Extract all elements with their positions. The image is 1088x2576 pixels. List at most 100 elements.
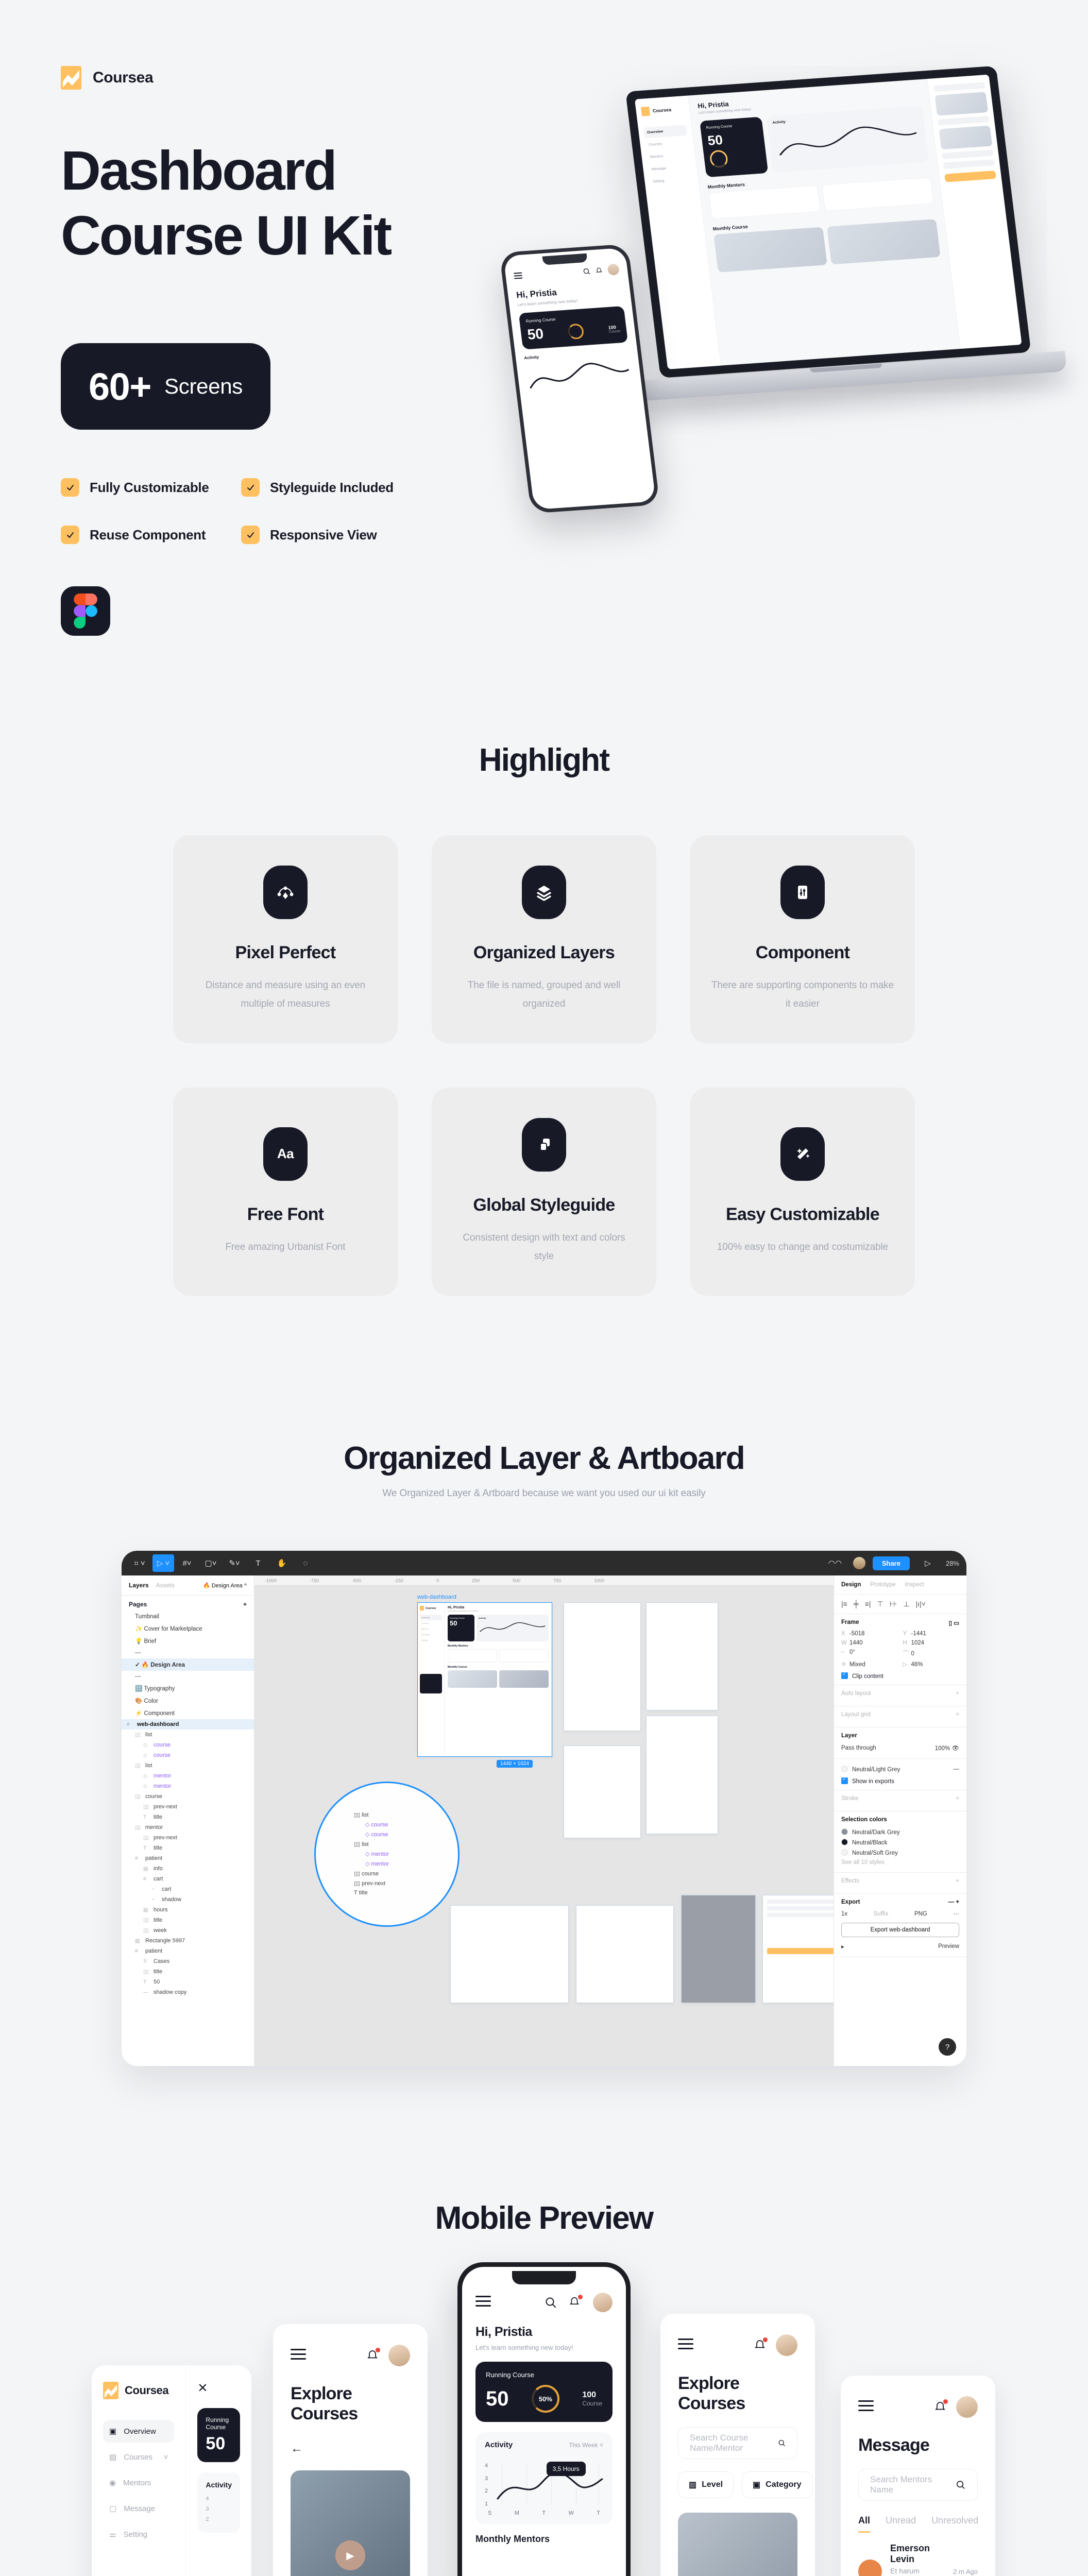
page-item[interactable]: Tumbnail: [122, 1611, 254, 1622]
course-image[interactable]: Intermediate: [678, 2513, 797, 2576]
layer-item[interactable]: ▯▯ prev-next: [122, 1833, 254, 1843]
x-value[interactable]: -5018: [849, 1631, 864, 1637]
align-bottom-icon[interactable]: ⊥: [903, 1600, 909, 1608]
layer-item[interactable]: ▯▯ week: [122, 1925, 254, 1936]
filter-category-button[interactable]: ▣ Category: [742, 2471, 812, 2498]
hand-tool-icon[interactable]: ✋: [271, 1554, 293, 1572]
distribute-icon[interactable]: |ı|˅: [916, 1600, 926, 1608]
h-value[interactable]: 1024: [911, 1640, 925, 1646]
join-course-button[interactable]: [944, 170, 997, 182]
layer-opacity-value[interactable]: 100%: [935, 1745, 950, 1752]
page-item[interactable]: 🎨 Color: [122, 1694, 254, 1707]
layer-item[interactable]: ◇ mentor: [122, 1771, 254, 1781]
layer-item[interactable]: # web-dashboard: [122, 1719, 254, 1730]
add-auto-layout-button[interactable]: +: [956, 1690, 959, 1697]
chevron-down-icon[interactable]: ˅: [164, 2453, 168, 2462]
tab-assets[interactable]: Assets: [156, 1582, 175, 1589]
search-icon[interactable]: [545, 2296, 557, 2309]
align-top-icon[interactable]: ⊤: [877, 1600, 883, 1608]
eye-icon[interactable]: 👁: [951, 1745, 959, 1752]
sidebar-item-message[interactable]: Message: [648, 161, 692, 175]
layer-item[interactable]: ▯▯ list: [122, 1730, 254, 1740]
share-button[interactable]: Share: [872, 1556, 910, 1570]
tab-all[interactable]: All: [858, 2515, 871, 2533]
tab-unresolved[interactable]: Unresolved: [931, 2515, 978, 2533]
figma-canvas[interactable]: -1000 -750 -500 -250 0 250 500 750 1000 …: [254, 1575, 834, 2066]
layout-toggle[interactable]: ▯ ▭: [949, 1619, 959, 1626]
add-effect-button[interactable]: +: [956, 1878, 959, 1884]
back-arrow-icon[interactable]: ←: [291, 2442, 410, 2456]
layer-item[interactable]: ▯▯ mentor: [122, 1822, 254, 1833]
course-image[interactable]: ▶: [291, 2470, 410, 2576]
menu-icon[interactable]: [291, 2348, 306, 2363]
layer-item[interactable]: ▯▯ course: [122, 1791, 254, 1802]
add-layout-grid-button[interactable]: +: [956, 1711, 959, 1718]
align-left-icon[interactable]: |≡: [841, 1600, 847, 1608]
play-icon[interactable]: ▶: [335, 2540, 365, 2570]
see-all-styles-link[interactable]: See all 10 styles: [841, 1859, 885, 1866]
export-scale[interactable]: 1x: [841, 1911, 847, 1917]
sidebar-item-mentors[interactable]: Mentors: [647, 149, 690, 163]
headphones-icon[interactable]: ◠◠: [824, 1554, 846, 1572]
export-format-select[interactable]: PNG: [914, 1911, 927, 1917]
layer-item[interactable]: Ttitle: [122, 1812, 254, 1822]
search-input[interactable]: Search Mentors Name: [858, 2469, 978, 2501]
figma-icon[interactable]: [61, 586, 110, 636]
sidebar-item-mentors[interactable]: ◉ Mentors: [103, 2471, 174, 2494]
selection-color-name[interactable]: Neutral/Black: [852, 1840, 887, 1846]
layer-item[interactable]: ◇ course: [122, 1750, 254, 1760]
close-icon[interactable]: ✕: [197, 2381, 240, 2396]
artboard-frame[interactable]: [646, 1716, 718, 1834]
artboard-frame[interactable]: [450, 1905, 569, 2003]
page-item[interactable]: 💡 Brief: [122, 1635, 254, 1647]
node-type[interactable]: Frame: [841, 1619, 859, 1626]
tab-prototype[interactable]: Prototype: [870, 1582, 895, 1588]
artboard-frame[interactable]: [762, 1895, 834, 2003]
search-icon[interactable]: [778, 2438, 786, 2448]
artboard-frame-web-dashboard[interactable]: Coursea Overview Courses Mentors Message…: [417, 1602, 552, 1757]
search-icon[interactable]: [583, 267, 591, 275]
add-stroke-button[interactable]: +: [956, 1795, 959, 1802]
sidebar-item-setting[interactable]: ⚌ Setting: [103, 2523, 174, 2546]
filter-level-button[interactable]: ▥ Level: [678, 2471, 734, 2498]
layer-item[interactable]: # cart: [122, 1874, 254, 1884]
bell-icon[interactable]: [366, 2348, 380, 2362]
page-item-selected[interactable]: ✓ 🔥 Design Area: [122, 1658, 254, 1671]
align-center-h-icon[interactable]: ╪: [854, 1600, 859, 1608]
mentor-card[interactable]: [821, 177, 934, 212]
layer-item[interactable]: ◇ course: [122, 1740, 254, 1750]
tab-inspect[interactable]: Inspect: [905, 1582, 924, 1588]
move-tool-icon[interactable]: ▷ ˅: [152, 1554, 174, 1572]
layer-item[interactable]: Ttitle: [122, 1843, 254, 1853]
bell-icon[interactable]: [568, 2295, 583, 2309]
blend-value[interactable]: Mixed: [849, 1662, 865, 1668]
layer-item[interactable]: ▯▯ title: [122, 1915, 254, 1925]
layer-item[interactable]: ◇ mentor: [122, 1781, 254, 1791]
opacity-value[interactable]: 46%: [911, 1662, 923, 1668]
avatar[interactable]: [853, 1557, 865, 1569]
layer-item[interactable]: — shadow copy: [122, 1987, 254, 1997]
avatar[interactable]: [593, 2293, 613, 2312]
artboard-frame[interactable]: [564, 1602, 641, 1731]
selection-color-name[interactable]: Neutral/Soft Grey: [852, 1850, 898, 1856]
page-item[interactable]: ⚡ Component: [122, 1707, 254, 1719]
artboard-frame[interactable]: [576, 1905, 674, 2003]
figma-menu-icon[interactable]: ⌗ ˅: [129, 1554, 150, 1572]
align-middle-icon[interactable]: ⊦⊦: [890, 1600, 897, 1608]
layer-item[interactable]: ▯▯ title: [122, 1967, 254, 1977]
remove-fill-button[interactable]: —: [954, 1766, 960, 1772]
export-button[interactable]: Export web-dashboard: [841, 1923, 959, 1937]
export-suffix-input[interactable]: Suffix: [874, 1911, 889, 1917]
sidebar-item-message[interactable]: ▢ Message: [103, 2497, 174, 2520]
layer-item[interactable]: ~ cart: [122, 1884, 254, 1894]
help-icon[interactable]: ?: [939, 2038, 956, 2056]
blend-mode-value[interactable]: Pass through: [841, 1745, 876, 1751]
corner-radius-value[interactable]: 0: [911, 1651, 914, 1657]
layer-item[interactable]: ▨ Rectangle 5997: [122, 1936, 254, 1946]
align-right-icon[interactable]: ≡|: [865, 1600, 871, 1608]
course-card[interactable]: [713, 227, 827, 273]
mentor-card[interactable]: [708, 185, 821, 219]
zoom-level[interactable]: 28%: [946, 1560, 959, 1567]
layer-item[interactable]: ▤ info: [122, 1863, 254, 1874]
design-area-selector[interactable]: 🔥 Design Area ^: [203, 1582, 247, 1589]
